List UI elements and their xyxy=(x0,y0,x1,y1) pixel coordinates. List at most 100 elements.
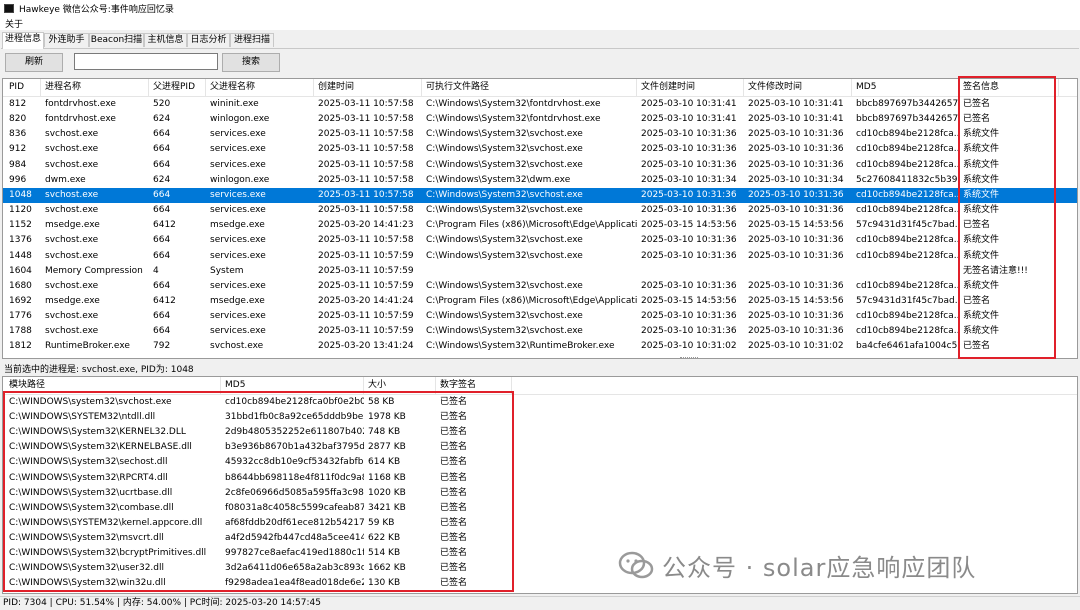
selected-process-label: 当前选中的进程是: svchost.exe, PID为: 1048 xyxy=(4,365,194,375)
column-header-parent-name[interactable]: 父进程名称 xyxy=(206,79,314,96)
column-header-exe-path[interactable]: 可执行文件路径 xyxy=(422,79,637,96)
cell-create-time: 2025-03-11 10:57:58 xyxy=(318,174,414,185)
menu-bar: 关于 xyxy=(0,16,1080,30)
column-header-file-modify-time[interactable]: 文件修改时间 xyxy=(744,79,852,96)
column-header-md5[interactable]: MD5 xyxy=(221,377,364,394)
cell-module-path: C:\WINDOWS\SYSTEM32\ntdll.dll xyxy=(9,412,156,423)
search-input[interactable] xyxy=(74,53,218,70)
cell-file-modify-time: 2025-03-10 10:31:41 xyxy=(748,114,844,125)
table-row[interactable]: C:\WINDOWS\SYSTEM32\kernel.appcore.dll af… xyxy=(3,516,1077,531)
cell-create-time: 2025-03-11 10:57:59 xyxy=(318,280,414,291)
cell-md5: cd10cb894be2128fca... xyxy=(856,235,959,246)
cell-md5: 2d9b4805352252e611807b402... xyxy=(225,427,364,438)
column-header-signature[interactable]: 签名信息 xyxy=(959,79,1059,96)
table-row[interactable]: 1680 svchost.exe 664 services.exe 2025-03-11… xyxy=(3,279,1077,294)
cell-md5: 45932cc8db10e9cf53432fabfb... xyxy=(225,457,364,468)
cell-create-time: 2025-03-20 14:41:24 xyxy=(318,295,414,306)
cell-file-modify-time: 2025-03-10 10:31:34 xyxy=(748,174,844,185)
cell-process-name: svchost.exe xyxy=(45,129,99,140)
cell-parent-pid: 664 xyxy=(153,250,171,261)
table-row[interactable]: 912 svchost.exe 664 services.exe 2025-03-11 … xyxy=(3,142,1077,157)
cell-size: 514 KB xyxy=(368,548,401,558)
cell-exe-path: C:\Windows\System32\svchost.exe xyxy=(426,250,583,261)
table-row[interactable]: 996 dwm.exe 624 winlogon.exe 2025-03-11 10:5… xyxy=(3,173,1077,188)
cell-parent-pid: 664 xyxy=(153,189,171,200)
table-row[interactable]: 836 svchost.exe 664 services.exe 2025-03-11 … xyxy=(3,127,1077,142)
cell-module-path: C:\WINDOWS\System32\sechost.dll xyxy=(9,457,168,468)
cell-create-time: 2025-03-20 13:41:24 xyxy=(318,341,414,352)
table-row[interactable]: C:\WINDOWS\System32\combase.dll f08031a8c… xyxy=(3,501,1077,516)
table-row[interactable]: 1788 svchost.exe 664 services.exe 2025-03-11… xyxy=(3,324,1077,339)
column-header-create-time[interactable]: 创建时间 xyxy=(314,79,422,96)
table-row[interactable]: 1376 svchost.exe 664 services.exe 2025-03-11… xyxy=(3,233,1077,248)
table-row[interactable]: 1812 RuntimeBroker.exe 792 svchost.exe 2025-… xyxy=(3,339,1077,354)
cell-file-modify-time: 2025-03-10 10:31:36 xyxy=(748,129,844,140)
table-row[interactable]: 984 svchost.exe 664 services.exe 2025-03-11 … xyxy=(3,158,1077,173)
cell-md5: 31bbd1fb0c8a92ce65dddb9be... xyxy=(225,412,364,423)
tab-process-info[interactable]: 进程信息 xyxy=(2,32,44,49)
tab-log-analysis[interactable]: 日志分析 xyxy=(187,33,230,47)
splitter-grip[interactable] xyxy=(680,357,698,361)
tab-process-scan[interactable]: 进程扫描 xyxy=(230,33,274,47)
cell-signature: 系统文件 xyxy=(963,205,1000,216)
table-row[interactable]: C:\WINDOWS\SYSTEM32\ntdll.dll 31bbd1fb0c8… xyxy=(3,410,1077,425)
cell-digital-signature: 已签名 xyxy=(440,487,468,498)
cell-file-modify-time: 2025-03-10 10:31:36 xyxy=(748,159,844,170)
cell-create-time: 2025-03-11 10:57:58 xyxy=(318,189,414,200)
table-row[interactable]: C:\WINDOWS\System32\ucrtbase.dll 2c8fe069… xyxy=(3,486,1077,501)
table-row[interactable]: 1120 svchost.exe 664 services.exe 2025-03-11… xyxy=(3,203,1077,218)
app-icon xyxy=(4,3,14,13)
cell-md5: cd10cb894be2128fca... xyxy=(856,205,959,216)
table-row[interactable]: 1692 msedge.exe 6412 msedge.exe 2025-03-20 1… xyxy=(3,294,1077,309)
table-row[interactable]: C:\WINDOWS\System32\sechost.dll 45932cc8d… xyxy=(3,455,1077,470)
table-row[interactable]: C:\WINDOWS\system32\svchost.exe cd10cb894… xyxy=(3,395,1077,410)
table-row[interactable]: 820 fontdrvhost.exe 624 winlogon.exe 2025-03… xyxy=(3,112,1077,127)
cell-parent-name: services.exe xyxy=(210,205,266,216)
cell-process-name: svchost.exe xyxy=(45,311,99,322)
column-header-process-name[interactable]: 进程名称 xyxy=(41,79,149,96)
cell-file-create-time: 2025-03-10 10:31:36 xyxy=(641,129,737,140)
column-header-file-create-time[interactable]: 文件创建时间 xyxy=(637,79,744,96)
column-header-parent-pid[interactable]: 父进程PID xyxy=(149,79,206,96)
cell-exe-path: C:\Windows\System32\svchost.exe xyxy=(426,129,583,140)
tab-host-info[interactable]: 主机信息 xyxy=(144,33,187,47)
table-row[interactable]: C:\WINDOWS\System32\RPCRT4.dll b8644bb698… xyxy=(3,471,1077,486)
module-table-header: 模块路径 MD5 大小 数字签名 xyxy=(3,377,1077,395)
cell-create-time: 2025-03-11 10:57:58 xyxy=(318,144,414,155)
cell-file-create-time: 2025-03-10 10:31:02 xyxy=(641,341,737,352)
cell-md5: 57c9431d31f45c7bad... xyxy=(856,220,959,231)
cell-parent-pid: 664 xyxy=(153,205,171,216)
cell-signature: 系统文件 xyxy=(963,129,1000,140)
table-row[interactable]: C:\WINDOWS\System32\msvcrt.dll a4f2d5942f… xyxy=(3,531,1077,546)
cell-size: 58 KB xyxy=(368,397,395,407)
cell-exe-path: C:\Windows\System32\svchost.exe xyxy=(426,311,583,322)
cell-signature: 系统文件 xyxy=(963,235,1000,246)
table-row[interactable]: C:\WINDOWS\System32\KERNELBASE.dll b3e936… xyxy=(3,440,1077,455)
cell-file-modify-time xyxy=(744,264,852,279)
cell-create-time: 2025-03-11 10:57:58 xyxy=(318,205,414,216)
menu-about[interactable]: 关于 xyxy=(5,17,23,30)
table-row[interactable]: C:\WINDOWS\System32\KERNEL32.DLL 2d9b4805… xyxy=(3,425,1077,440)
column-header-module-path[interactable]: 模块路径 xyxy=(5,377,221,394)
column-header-digital-signature[interactable]: 数字签名 xyxy=(436,377,512,394)
column-header-pid[interactable]: PID xyxy=(5,79,41,96)
refresh-button[interactable]: 刷新 xyxy=(5,53,63,72)
table-row[interactable]: 1604 Memory Compression 4 System 2025-03-11 … xyxy=(3,264,1077,279)
cell-md5: 2c8fe06966d5085a595ffa3c98f... xyxy=(225,487,364,498)
table-row[interactable]: 1152 msedge.exe 6412 msedge.exe 2025-03-20 1… xyxy=(3,218,1077,233)
table-row[interactable]: 812 fontdrvhost.exe 520 wininit.exe 2025-03-… xyxy=(3,97,1077,112)
tab-connection-helper[interactable]: 外连助手 xyxy=(44,33,89,47)
cell-create-time: 2025-03-20 14:41:23 xyxy=(318,220,414,231)
search-button[interactable]: 搜索 xyxy=(222,53,280,72)
column-header-size[interactable]: 大小 xyxy=(364,377,436,394)
cell-parent-name: svchost.exe xyxy=(210,341,264,352)
cell-module-path: C:\WINDOWS\System32\RPCRT4.dll xyxy=(9,472,168,483)
tab-beacon-scan[interactable]: Beacon扫描 xyxy=(89,33,144,47)
table-row[interactable]: 1448 svchost.exe 664 services.exe 2025-03-11… xyxy=(3,249,1077,264)
cell-md5: cd10cb894be2128fca0bf0e2b0... xyxy=(225,397,364,407)
cell-size: 614 KB xyxy=(368,457,401,468)
table-row[interactable]: 1776 svchost.exe 664 services.exe 2025-03-11… xyxy=(3,309,1077,324)
column-header-md5[interactable]: MD5 xyxy=(852,79,959,96)
table-row[interactable]: 1048 svchost.exe 664 services.exe 2025-03-11… xyxy=(3,187,1077,203)
process-table[interactable]: PID 进程名称 父进程PID 父进程名称 创建时间 可执行文件路径 文件创建时间 文件修改时… xyxy=(2,78,1078,359)
